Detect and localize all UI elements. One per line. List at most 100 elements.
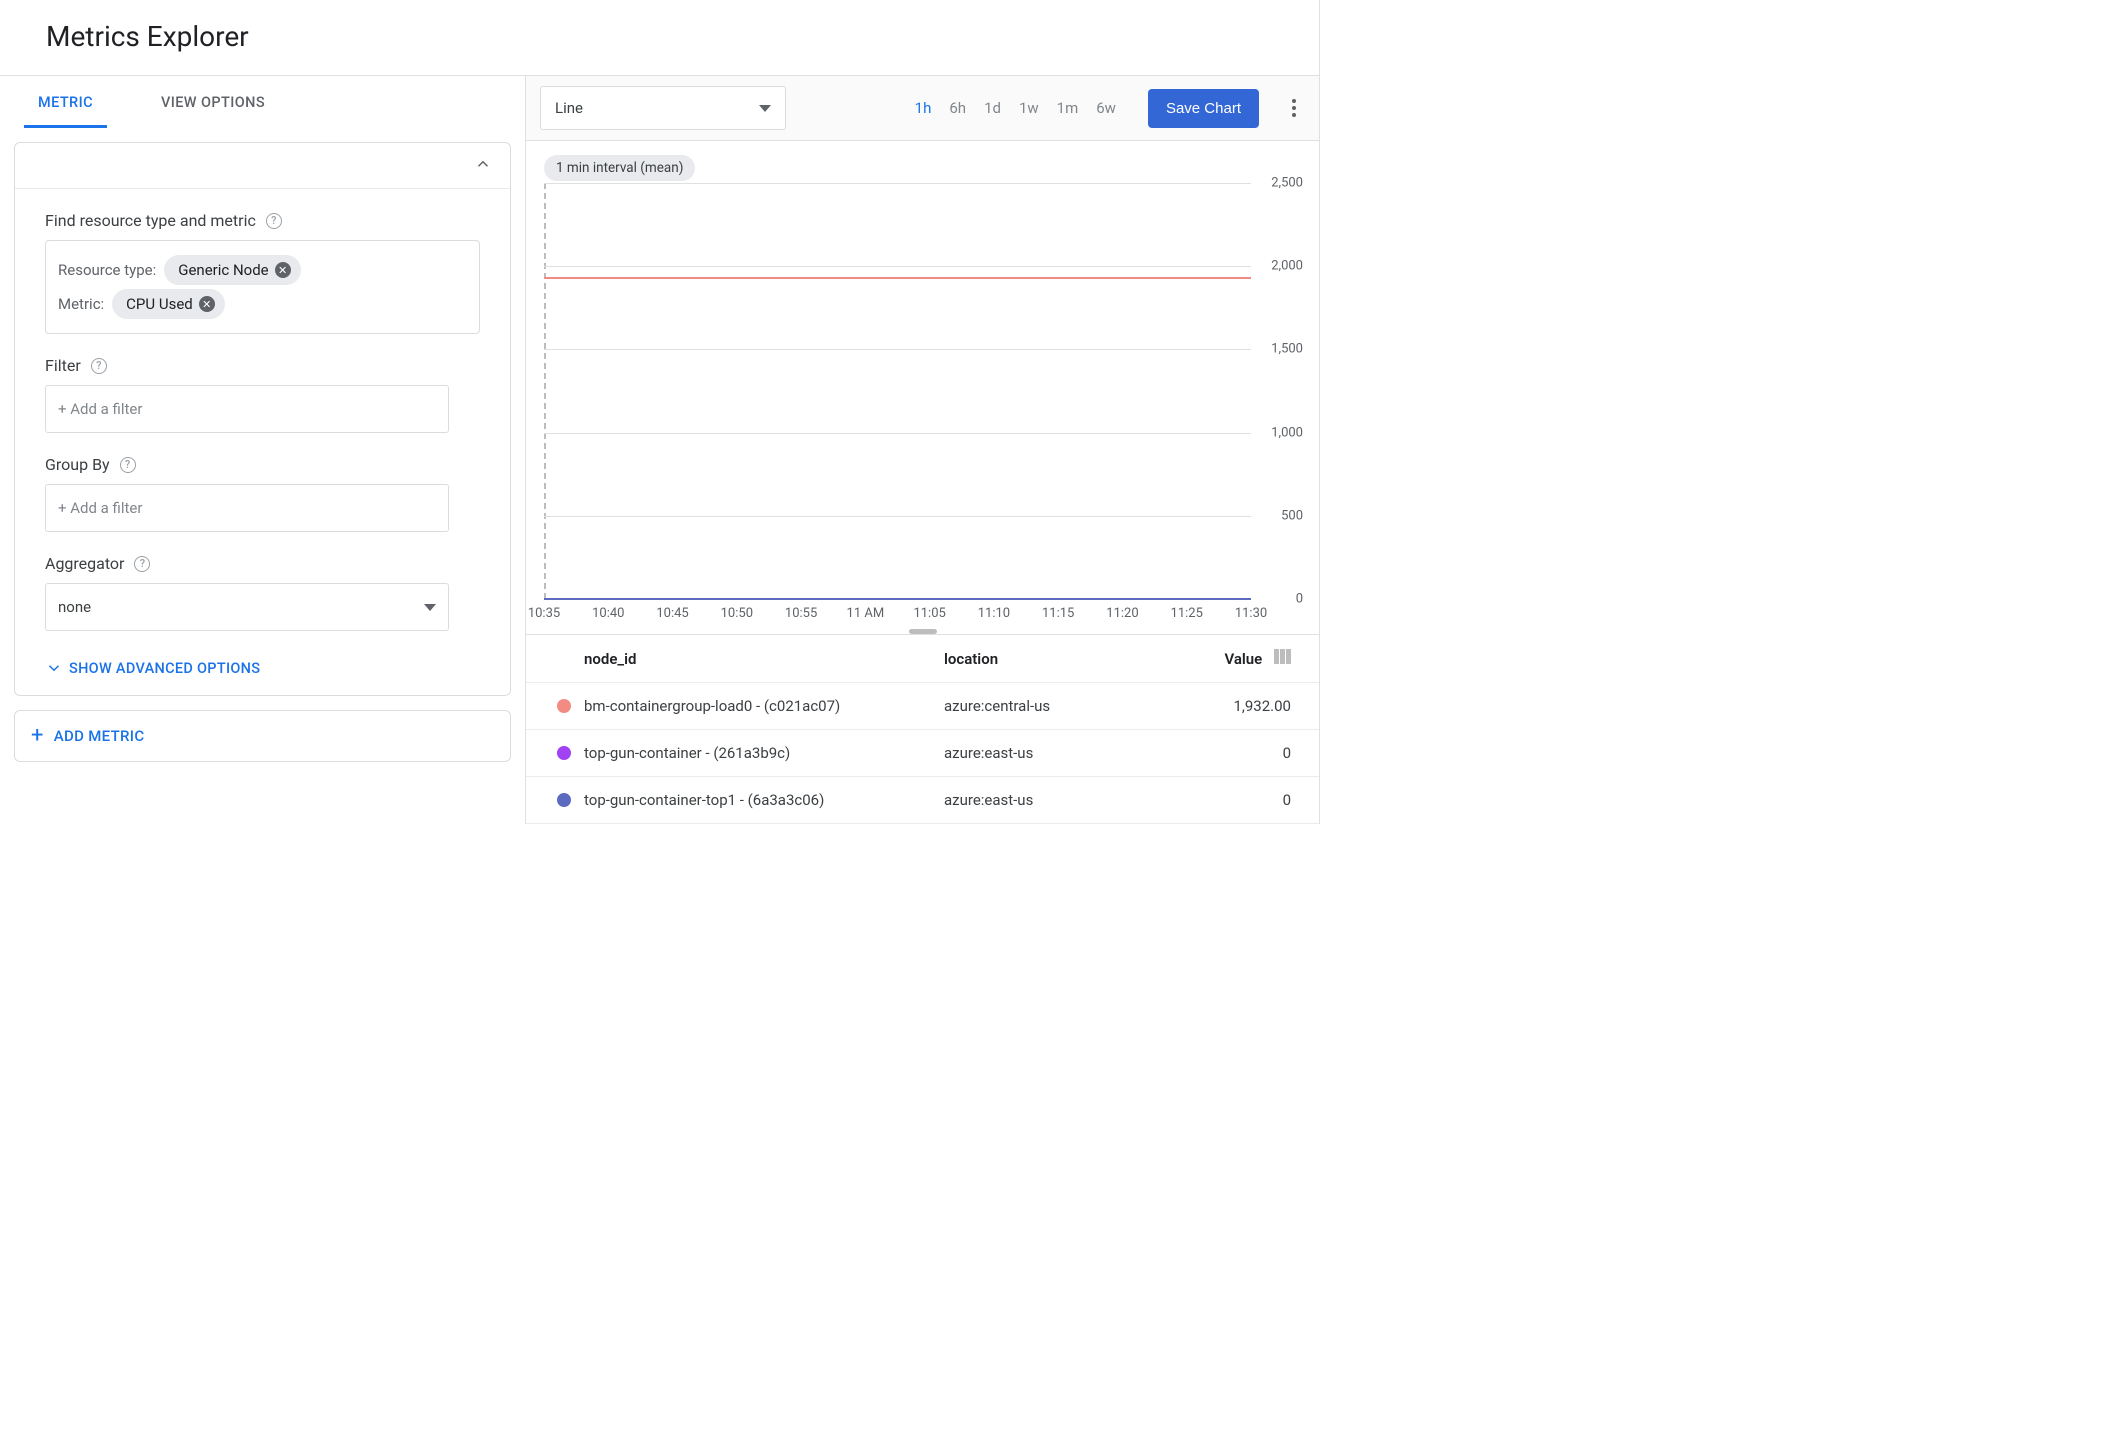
save-chart-button[interactable]: Save Chart — [1148, 89, 1259, 128]
legend-nodeid: top-gun-container - (261a3b9c) — [584, 744, 944, 762]
line-chart[interactable]: 05001,0001,5002,0002,50010:3510:4010:451… — [538, 183, 1307, 623]
x-axis-label: 11 AM — [847, 606, 885, 621]
sidebar-tabs: METRIC VIEW OPTIONS — [14, 76, 511, 128]
resource-type-chip[interactable]: Generic Node ✕ — [164, 255, 300, 285]
filter-input[interactable]: + Add a filter — [45, 385, 449, 433]
page-header: Metrics Explorer — [0, 0, 1319, 76]
x-axis-label: 11:30 — [1235, 606, 1267, 621]
main-split: METRIC VIEW OPTIONS Find resource type a… — [0, 76, 1319, 824]
chart-area: 1 min interval (mean) 05001,0001,5002,00… — [526, 141, 1319, 634]
range-1h[interactable]: 1h — [915, 99, 932, 117]
chevron-down-icon — [45, 659, 63, 677]
legend-row[interactable]: top-gun-container-top1 - (6a3a3c06)azure… — [526, 777, 1319, 824]
resource-metric-box[interactable]: Resource type: Generic Node ✕ Metric: CP… — [45, 240, 480, 334]
x-axis-label: 10:40 — [592, 606, 624, 621]
groupby-label: Group By ? — [45, 455, 480, 474]
range-6w[interactable]: 6w — [1096, 99, 1116, 117]
metric-chip[interactable]: CPU Used ✕ — [112, 289, 225, 319]
x-axis-label: 11:25 — [1171, 606, 1203, 621]
show-advanced-options-link[interactable]: SHOW ADVANCED OPTIONS — [45, 653, 260, 683]
find-metric-label: Find resource type and metric ? — [45, 211, 480, 230]
columns-icon[interactable] — [1274, 649, 1291, 664]
chart-series-line — [544, 598, 1251, 600]
y-axis-label: 500 — [1281, 508, 1303, 523]
plus-icon: + — [31, 725, 44, 747]
help-icon[interactable]: ? — [134, 556, 150, 572]
aggregator-label: Aggregator ? — [45, 554, 480, 573]
chevron-up-icon — [474, 155, 492, 173]
range-1m[interactable]: 1m — [1057, 99, 1079, 117]
x-axis-label: 11:10 — [978, 606, 1010, 621]
card-body: Find resource type and metric ? Resource… — [15, 189, 510, 695]
aggregator-select[interactable]: none — [45, 583, 449, 631]
metric-value: CPU Used — [126, 295, 193, 313]
legend-value: 0 — [1144, 791, 1301, 809]
add-metric-label: ADD METRIC — [54, 727, 145, 745]
y-axis-label: 2,500 — [1271, 176, 1303, 191]
legend-row[interactable]: bm-containergroup-load0 - (c021ac07)azur… — [526, 683, 1319, 730]
groupby-input[interactable]: + Add a filter — [45, 484, 449, 532]
remove-metric-icon[interactable]: ✕ — [199, 296, 215, 312]
x-axis-label: 11:05 — [913, 606, 945, 621]
chevron-down-icon — [759, 105, 771, 112]
range-1d[interactable]: 1d — [984, 99, 1001, 117]
chart-gridline — [544, 516, 1251, 517]
legend-nodeid: top-gun-container-top1 - (6a3a3c06) — [584, 791, 944, 809]
aggregator-value: none — [58, 598, 91, 616]
tab-view-options[interactable]: VIEW OPTIONS — [147, 76, 279, 128]
x-axis-label: 11:15 — [1042, 606, 1074, 621]
add-metric-button[interactable]: + ADD METRIC — [14, 710, 511, 762]
legend-location: azure:east-us — [944, 744, 1144, 762]
chevron-down-icon — [424, 604, 436, 611]
range-6h[interactable]: 6h — [949, 99, 966, 117]
x-axis-label: 11:20 — [1106, 606, 1138, 621]
find-metric-label-text: Find resource type and metric — [45, 211, 256, 230]
x-axis-label: 10:35 — [528, 606, 560, 621]
chart-toolbar: Line 1h 6h 1d 1w 1m 6w Save Chart — [526, 76, 1319, 141]
chart-gridline — [544, 183, 1251, 184]
chart-panel: Line 1h 6h 1d 1w 1m 6w Save Chart 1 min … — [526, 76, 1319, 824]
filter-label-text: Filter — [45, 356, 81, 375]
legend-value: 0 — [1144, 744, 1301, 762]
legend-header-row: node_id location Value — [526, 635, 1319, 683]
chart-series-line — [544, 277, 1251, 279]
show-advanced-options-text: SHOW ADVANCED OPTIONS — [69, 660, 260, 677]
legend-location: azure:east-us — [944, 791, 1144, 809]
remove-resource-type-icon[interactable]: ✕ — [275, 262, 291, 278]
aggregator-label-text: Aggregator — [45, 554, 124, 573]
x-axis-label: 10:45 — [656, 606, 688, 621]
chart-gridline — [544, 266, 1251, 267]
metric-config-card: Find resource type and metric ? Resource… — [14, 142, 511, 696]
y-axis-label: 0 — [1296, 592, 1303, 607]
tab-metric[interactable]: METRIC — [24, 76, 107, 128]
legend-header-nodeid[interactable]: node_id — [584, 650, 944, 668]
legend-header-location[interactable]: location — [944, 650, 1144, 668]
help-icon[interactable]: ? — [266, 213, 282, 229]
y-axis-label: 1,000 — [1271, 425, 1303, 440]
more-menu-icon[interactable] — [1283, 97, 1305, 119]
chart-type-select[interactable]: Line — [540, 86, 786, 130]
legend-header-value[interactable]: Value — [1224, 650, 1262, 668]
legend-row[interactable]: top-gun-container - (261a3b9c)azure:east… — [526, 730, 1319, 777]
chart-gridline — [544, 349, 1251, 350]
legend-swatch — [557, 746, 571, 760]
page-title: Metrics Explorer — [46, 20, 1295, 53]
time-range-picker: 1h 6h 1d 1w 1m 6w — [915, 99, 1116, 117]
filter-label: Filter ? — [45, 356, 480, 375]
legend-swatch — [557, 793, 571, 807]
help-icon[interactable]: ? — [91, 358, 107, 374]
chart-gridline — [544, 433, 1251, 434]
resource-type-value: Generic Node — [178, 261, 268, 279]
groupby-label-text: Group By — [45, 455, 110, 474]
x-axis-label: 10:50 — [721, 606, 753, 621]
help-icon[interactable]: ? — [120, 457, 136, 473]
card-collapse-toggle[interactable] — [15, 143, 510, 189]
cursor-guide-line — [544, 183, 546, 599]
x-axis-label: 10:55 — [785, 606, 817, 621]
legend-value: 1,932.00 — [1144, 697, 1301, 715]
app-root: Metrics Explorer METRIC VIEW OPTIONS Fin… — [0, 0, 1320, 824]
metric-label: Metric: — [58, 295, 104, 313]
legend-swatch — [557, 699, 571, 713]
range-1w[interactable]: 1w — [1019, 99, 1039, 117]
legend-location: azure:central-us — [944, 697, 1144, 715]
